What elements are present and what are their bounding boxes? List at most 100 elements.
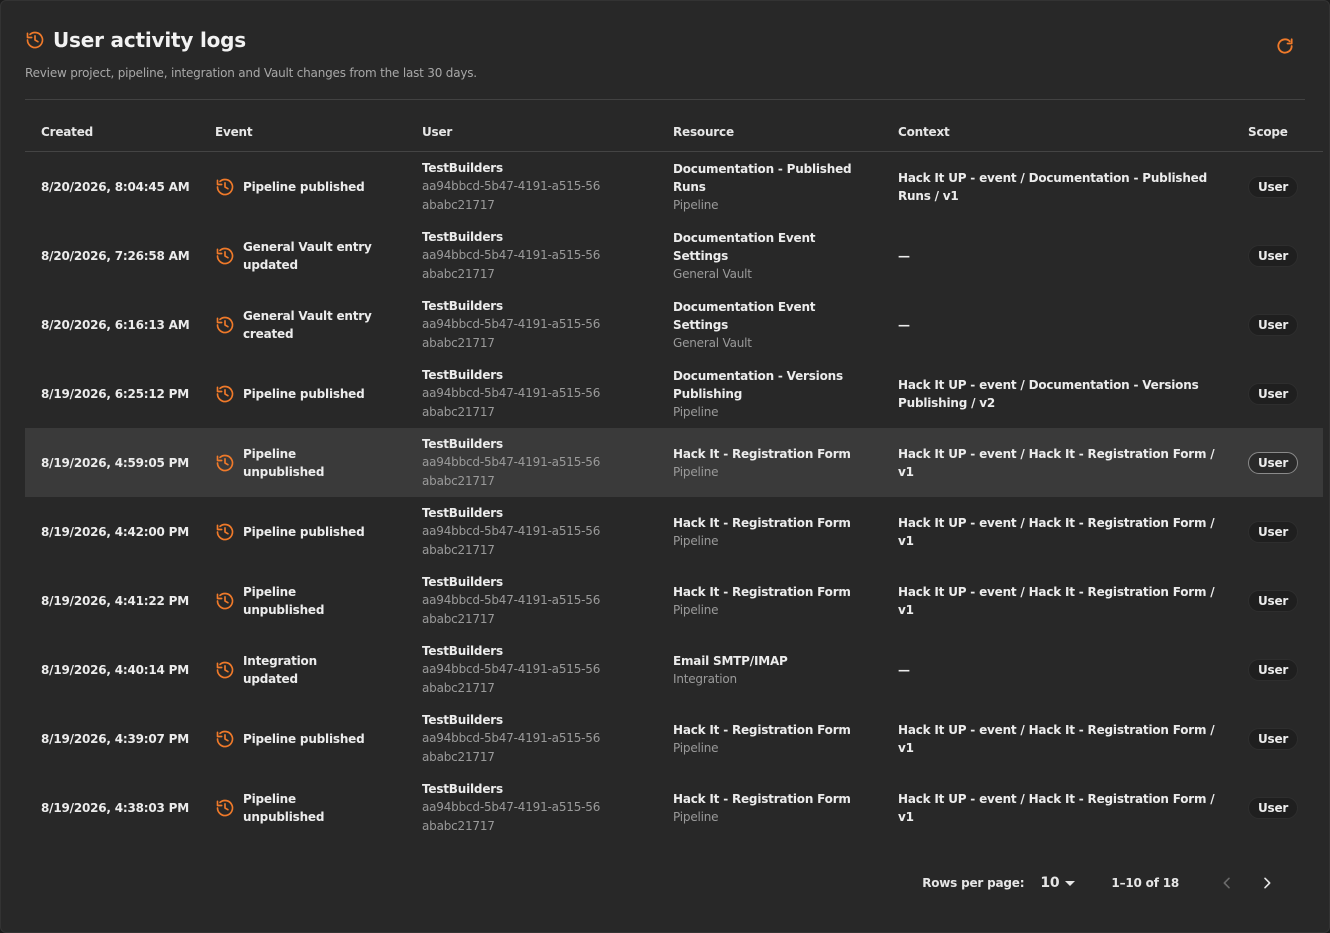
scope-chip[interactable]: User	[1248, 313, 1299, 336]
cell-resource: Hack It - Registration Form Pipeline	[673, 497, 898, 566]
next-page-button[interactable]	[1255, 871, 1279, 895]
table-row[interactable]: 8/19/2026, 4:59:05 PM Pipeline unpublish…	[25, 428, 1323, 497]
event-label: General Vault entry created	[243, 308, 372, 341]
cell-scope: User	[1248, 497, 1323, 566]
event: Pipeline published	[215, 177, 422, 197]
created-timestamp: 8/19/2026, 4:59:05 PM	[41, 455, 190, 470]
context: Hack It UP - event / Hack It - Registrat…	[898, 722, 1215, 755]
context: —	[898, 248, 910, 263]
user-name: TestBuilders	[422, 229, 503, 244]
table-row[interactable]: 8/19/2026, 4:39:07 PM Pipeline published…	[25, 704, 1323, 773]
event-label: Pipeline published	[243, 179, 365, 194]
created-timestamp: 8/19/2026, 6:25:12 PM	[41, 386, 190, 401]
history-icon	[215, 177, 235, 197]
table-row[interactable]: 8/19/2026, 4:42:00 PM Pipeline published…	[25, 497, 1323, 566]
activity-logs-card: User activity logs Review project, pipel…	[0, 0, 1330, 933]
history-icon	[25, 30, 45, 50]
table-row[interactable]: 8/20/2026, 7:26:58 AM General Vault entr…	[25, 221, 1323, 290]
user-id: aa94bbcd-5b47-4191-a515-56ababc21717	[422, 385, 601, 419]
cell-scope: User	[1248, 704, 1323, 773]
table-row[interactable]: 8/19/2026, 4:40:14 PM Integration update…	[25, 635, 1323, 704]
cell-event: Pipeline published	[215, 704, 422, 773]
table-row[interactable]: 8/19/2026, 6:25:12 PM Pipeline published…	[25, 359, 1323, 428]
cell-created: 8/19/2026, 6:25:12 PM	[25, 359, 215, 428]
cell-context: —	[898, 635, 1248, 704]
scope-chip[interactable]: User	[1248, 244, 1299, 267]
event: Integration updated	[215, 652, 422, 688]
resource-type: Pipeline	[673, 602, 719, 617]
event: General Vault entry updated	[215, 238, 422, 274]
resource-type: Integration	[673, 671, 737, 686]
event: Pipeline unpublished	[215, 445, 422, 481]
column-header-resource: Resource	[673, 113, 898, 152]
cell-created: 8/19/2026, 4:59:05 PM	[25, 428, 215, 497]
title-row: User activity logs	[25, 25, 1305, 55]
column-header-created: Created	[25, 113, 215, 152]
user-name: TestBuilders	[422, 298, 503, 313]
history-icon	[215, 729, 235, 749]
cell-user: TestBuilders aa94bbcd-5b47-4191-a515-56a…	[422, 704, 673, 773]
user-id: aa94bbcd-5b47-4191-a515-56ababc21717	[422, 178, 601, 212]
history-icon	[215, 315, 235, 335]
context: —	[898, 317, 910, 332]
context: Hack It UP - event / Hack It - Registrat…	[898, 584, 1215, 617]
table-row[interactable]: 8/20/2026, 8:04:45 AM Pipeline published…	[25, 152, 1323, 222]
user-name: TestBuilders	[422, 712, 503, 727]
table-row[interactable]: 8/19/2026, 4:41:22 PM Pipeline unpublish…	[25, 566, 1323, 635]
resource-type: Pipeline	[673, 533, 719, 548]
cell-resource: Documentation Event Settings General Vau…	[673, 221, 898, 290]
scope-chip[interactable]: User	[1248, 520, 1299, 543]
scope-chip[interactable]: User	[1248, 175, 1299, 198]
scope-chip[interactable]: User	[1248, 451, 1299, 474]
cell-context: —	[898, 221, 1248, 290]
cell-event: Pipeline unpublished	[215, 773, 422, 842]
history-icon	[215, 660, 235, 680]
resource-name: Hack It - Registration Form	[673, 515, 851, 530]
rows-per-page-select[interactable]: 10	[1040, 875, 1076, 891]
event-label: General Vault entry updated	[243, 239, 372, 272]
context: Hack It UP - event / Hack It - Registrat…	[898, 791, 1215, 824]
resource-name: Hack It - Registration Form	[673, 722, 851, 737]
cell-user: TestBuilders aa94bbcd-5b47-4191-a515-56a…	[422, 428, 673, 497]
resource-name: Documentation - Published Runs	[673, 161, 852, 194]
cell-event: General Vault entry created	[215, 290, 422, 359]
scope-chip[interactable]: User	[1248, 382, 1299, 405]
cell-context: —	[898, 290, 1248, 359]
cell-event: Pipeline published	[215, 359, 422, 428]
event: General Vault entry created	[215, 307, 422, 343]
scope-chip[interactable]: User	[1248, 727, 1299, 750]
resource-type: Pipeline	[673, 464, 719, 479]
cell-event: Integration updated	[215, 635, 422, 704]
scope-chip[interactable]: User	[1248, 658, 1299, 681]
refresh-button[interactable]	[1273, 34, 1297, 58]
column-header-user: User	[422, 113, 673, 152]
user-id: aa94bbcd-5b47-4191-a515-56ababc21717	[422, 799, 601, 833]
scope-chip[interactable]: User	[1248, 796, 1299, 819]
user-name: TestBuilders	[422, 367, 503, 382]
user-id: aa94bbcd-5b47-4191-a515-56ababc21717	[422, 316, 601, 350]
cell-context: Hack It UP - event / Hack It - Registrat…	[898, 704, 1248, 773]
scope-chip[interactable]: User	[1248, 589, 1299, 612]
resource-name: Hack It - Registration Form	[673, 791, 851, 806]
cell-user: TestBuilders aa94bbcd-5b47-4191-a515-56a…	[422, 221, 673, 290]
event-label: Pipeline published	[243, 731, 365, 746]
cell-scope: User	[1248, 152, 1323, 222]
cell-scope: User	[1248, 290, 1323, 359]
created-timestamp: 8/19/2026, 4:42:00 PM	[41, 524, 190, 539]
column-header-context: Context	[898, 113, 1248, 152]
table-row[interactable]: 8/19/2026, 4:38:03 PM Pipeline unpublish…	[25, 773, 1323, 842]
header: User activity logs Review project, pipel…	[25, 25, 1305, 100]
context: Hack It UP - event / Documentation - Ver…	[898, 377, 1199, 410]
event-label: Pipeline published	[243, 524, 365, 539]
cell-resource: Hack It - Registration Form Pipeline	[673, 704, 898, 773]
table-row[interactable]: 8/20/2026, 6:16:13 AM General Vault entr…	[25, 290, 1323, 359]
cell-context: Hack It UP - event / Hack It - Registrat…	[898, 773, 1248, 842]
cell-scope: User	[1248, 566, 1323, 635]
event-label: Pipeline unpublished	[243, 791, 325, 824]
context: Hack It UP - event / Hack It - Registrat…	[898, 446, 1215, 479]
refresh-icon	[1275, 36, 1295, 56]
previous-page-button[interactable]	[1215, 871, 1239, 895]
cell-resource: Hack It - Registration Form Pipeline	[673, 773, 898, 842]
cell-user: TestBuilders aa94bbcd-5b47-4191-a515-56a…	[422, 290, 673, 359]
context: —	[898, 662, 910, 677]
